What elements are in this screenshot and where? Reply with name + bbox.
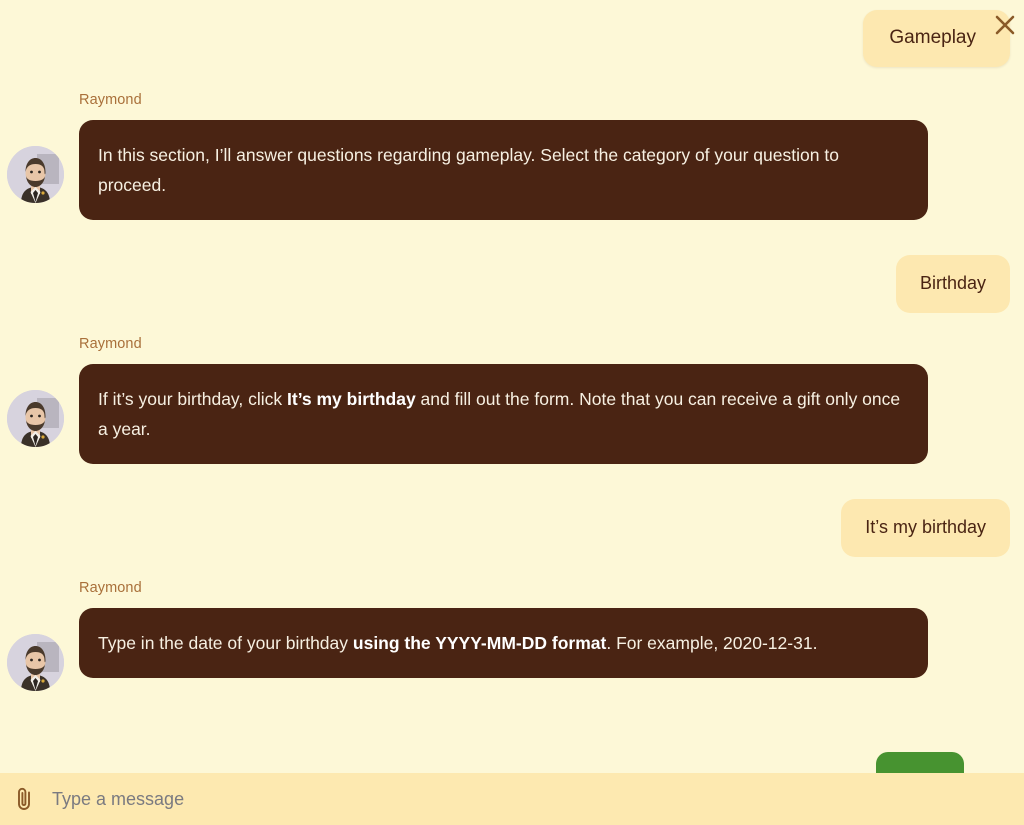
raymond-avatar [7,390,64,447]
user-reply-its-my-birthday[interactable]: It’s my birthday [841,499,1010,557]
bot-message-bubble: If it’s your birthday, click It’s my bir… [79,364,928,465]
user-reply-birthday[interactable]: Birthday [895,255,1010,313]
paperclip-icon[interactable] [12,786,38,812]
raymond-avatar [7,146,64,203]
bot-message-bubble: In this section, I’ll answer questions r… [79,120,928,221]
sender-name: Raymond [79,580,142,596]
chat-message-list[interactable]: Raymond In this section, I’ll answer que… [0,0,1024,773]
sender-name: Raymond [79,336,142,352]
message-text: Type in the date of your birthday using … [98,633,818,653]
sender-name: Raymond [79,92,142,108]
bot-message-bubble: Type in the date of your birthday using … [79,608,928,679]
section-header: Gameplay [863,10,1010,67]
raymond-avatar [7,634,64,691]
close-icon[interactable] [990,10,1020,40]
message-composer [0,773,1024,825]
quick-reply-button-partial[interactable] [876,752,964,773]
message-text: In this section, I’ll answer questions r… [98,145,839,196]
section-chip-gameplay[interactable]: Gameplay [863,10,1010,67]
message-input[interactable] [52,788,1024,810]
message-text: If it’s your birthday, click It’s my bir… [98,389,901,440]
